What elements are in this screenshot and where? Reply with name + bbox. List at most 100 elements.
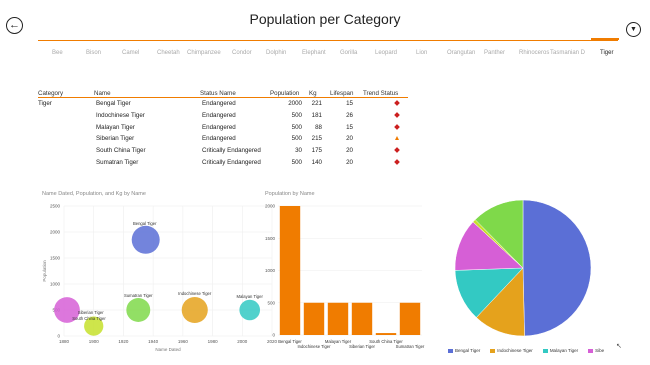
red-diamond-icon <box>394 111 400 118</box>
table-row[interactable]: Siberian Tiger Endangered 500 215 20 <box>38 133 408 145</box>
y-tick-label: 500 <box>267 300 275 305</box>
cell-population: 30 <box>295 147 302 155</box>
x-tick-label: 1880 <box>59 339 70 344</box>
y-tick-label: 2000 <box>265 204 276 209</box>
column-header-population[interactable]: Population <box>270 90 299 97</box>
tab-leopard[interactable]: Leopard <box>375 50 397 56</box>
cell-kg: 175 <box>311 147 322 155</box>
y-tick-label: 1500 <box>265 236 276 241</box>
legend-label: Indochinese Tiger <box>497 348 533 353</box>
scatter-chart-title: Name Dated, Population, and Kg by Name <box>42 191 146 197</box>
x-tick-label: Indochinese Tiger <box>297 344 331 349</box>
bar-sumatran-tiger <box>399 302 421 335</box>
tab-bison[interactable]: Bison <box>86 50 101 56</box>
red-diamond-icon <box>394 123 400 130</box>
cell-kg: 181 <box>311 111 322 119</box>
cell-population: 500 <box>291 123 302 131</box>
cell-lifespan: 15 <box>346 123 353 131</box>
orange-triangle-icon <box>395 136 399 141</box>
mouse-cursor-icon: ↖ <box>616 343 622 350</box>
column-header-trend[interactable]: Trend Status <box>363 90 398 97</box>
y-tick-label: 1500 <box>50 256 61 261</box>
filter-icon[interactable]: ▼ <box>626 22 641 37</box>
tab-condor[interactable]: Condor <box>232 50 252 56</box>
tab-camel[interactable]: Camel <box>122 50 139 56</box>
red-diamond-icon <box>394 159 400 165</box>
legend-label: Malayan Tiger <box>549 348 579 353</box>
cell-kg: 221 <box>311 100 322 107</box>
cell-status: Critically Endangered <box>202 158 261 166</box>
cell-name: Malayan Tiger <box>96 123 135 131</box>
cell-name: Siberian Tiger <box>96 135 135 143</box>
table-row[interactable]: Malayan Tiger Endangered 500 88 15 <box>38 122 408 134</box>
legend-item: Bengal Tiger <box>448 348 480 353</box>
bubble-malayan-tiger <box>239 299 261 321</box>
cell-name: Sumatran Tiger <box>96 158 139 166</box>
cell-status: Endangered <box>202 111 236 119</box>
table-row[interactable]: South China Tiger Critically Endangered 30… <box>38 145 408 157</box>
x-tick-label: 1960 <box>178 339 189 344</box>
cell-lifespan: 20 <box>346 158 353 166</box>
tab-chimpanzee[interactable]: Chimpanzee <box>187 50 221 56</box>
x-tick-label: 1920 <box>118 339 129 344</box>
column-header-lifespan[interactable]: Lifespan <box>330 90 353 97</box>
table-row[interactable]: Sumatran Tiger Critically Endangered 500 14… <box>38 157 408 169</box>
cell-name: Bengal Tiger <box>96 100 131 107</box>
column-header-kg[interactable]: Kg <box>309 90 317 97</box>
bubble-label: Bengal Tiger <box>133 221 157 226</box>
category-tabs: Bee Bison Camel Cheetah Chimpanzee Condor Dolp… <box>38 38 619 60</box>
table-header: Category Name Status Name Population Kg … <box>38 88 408 98</box>
tab-dolphin[interactable]: Dolphin <box>266 50 286 56</box>
column-header-status[interactable]: Status Name <box>200 90 236 97</box>
bubble-bengal-tiger <box>131 225 160 254</box>
cell-name: Indochinese Tiger <box>96 111 145 119</box>
bar-chart-title: Population by Name <box>265 191 315 197</box>
legend-label: Bengal Tiger <box>455 348 481 353</box>
x-tick-label: 1900 <box>89 339 100 344</box>
bubble-label: Sumatran Tiger <box>124 293 153 298</box>
cell-status: Endangered <box>202 135 236 143</box>
column-header-name[interactable]: Name <box>94 90 111 97</box>
cell-kg: 140 <box>311 158 322 166</box>
tab-lion[interactable]: Lion <box>416 50 427 56</box>
cell-name: South China Tiger <box>96 147 146 155</box>
bar-indochinese-tiger <box>303 302 325 335</box>
cell-status: Critically Endangered <box>202 147 261 155</box>
tab-elephant[interactable]: Elephant <box>302 50 326 56</box>
cell-population: 500 <box>291 111 302 119</box>
y-tick-label: 2000 <box>50 230 61 235</box>
y-tick-label: 2500 <box>50 204 61 209</box>
y-axis-label: Population <box>42 260 47 282</box>
tab-rhinoceros[interactable]: Rhinoceros <box>519 50 549 56</box>
table-row[interactable]: Tiger Bengal Tiger Endangered 2000 221 15 <box>38 98 408 110</box>
bubble-sumatran-tiger <box>126 298 151 322</box>
legend-item: Sibe <box>588 348 604 353</box>
x-tick-label: 1940 <box>148 339 159 344</box>
tab-panther[interactable]: Panther <box>484 50 505 56</box>
cell-population: 500 <box>291 135 302 143</box>
bubble-label: South China Tiger <box>72 316 106 321</box>
tab-gorilla[interactable]: Gorilla <box>340 50 357 56</box>
legend-label: Sibe <box>595 348 605 353</box>
tab-cheetah[interactable]: Cheetah <box>157 50 180 56</box>
bar-siberian-tiger <box>351 302 373 335</box>
cell-status: Endangered <box>202 100 236 107</box>
cell-lifespan: 20 <box>346 147 353 155</box>
cell-category: Tiger <box>38 100 52 107</box>
legend-swatch <box>490 348 496 353</box>
cell-lifespan: 26 <box>346 111 353 119</box>
tiger-table: Category Name Status Name Population Kg … <box>38 88 408 169</box>
column-header-category[interactable]: Category <box>38 90 63 97</box>
bar-chart: 0500100015002000Bengal TigerIndochinese … <box>265 204 425 350</box>
tab-tasmanian-d[interactable]: Tasmanian D <box>550 50 585 56</box>
legend-item: Malayan Tiger <box>542 348 579 353</box>
cell-lifespan: 20 <box>346 135 353 143</box>
bar-malayan-tiger <box>327 302 349 335</box>
y-tick-label: 1000 <box>265 268 276 273</box>
tab-bee[interactable]: Bee <box>52 50 63 56</box>
cell-population: 500 <box>291 158 302 166</box>
tab-tiger[interactable]: Tiger <box>600 50 613 56</box>
red-diamond-icon <box>394 100 400 106</box>
tab-orangutan[interactable]: Orangutan <box>447 50 475 56</box>
table-row[interactable]: Indochinese Tiger Endangered 500 181 26 <box>38 110 408 122</box>
